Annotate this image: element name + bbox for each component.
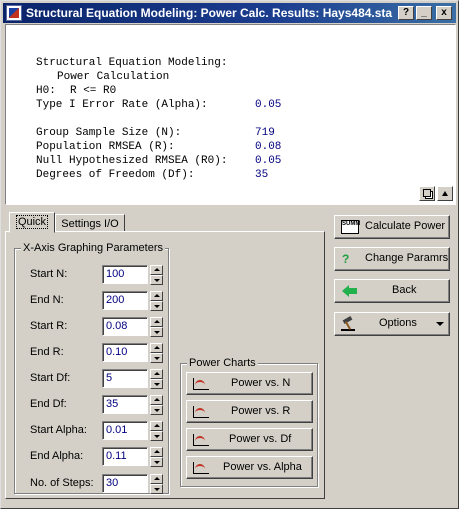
statistica-app-icon[interactable] [6,5,22,21]
null-rmsea-label: Null Hypothesized RMSEA (R0): [36,155,228,167]
no-of-steps-input[interactable]: 30 [102,474,148,493]
start-df-input[interactable]: 5 [102,369,148,388]
end-df-input[interactable]: 35 [102,395,148,414]
start-alpha-spinner[interactable] [150,421,163,441]
end-n-input[interactable]: 200 [102,291,148,310]
degrees-of-freedom-value: 35 [255,169,269,181]
summary-calc-icon: SUMM [341,220,360,234]
power-vs-df-button[interactable]: Power vs. Df [186,428,313,451]
back-arrow-icon [342,285,349,297]
power-vs-r-button[interactable]: Power vs. R [186,400,313,423]
start-r-spinner[interactable] [150,317,163,337]
output-df-row: Degrees of Freedom (Df): 35 [36,168,336,182]
end-alpha-spinner[interactable] [150,447,163,467]
end-n-spinner[interactable] [150,291,163,311]
back-label: Back [392,284,417,296]
power-vs-alpha-label: Power vs. Alpha [223,461,302,473]
tab-quick-label: Quick [15,215,49,229]
h0-label: H0: [36,85,56,97]
h0-value: R <= R0 [70,85,117,97]
start-n-input[interactable]: 100 [102,265,148,284]
end-r-input[interactable]: 0.10 [102,343,148,362]
chart-icon [193,434,209,446]
window-title: Structural Equation Modeling: Power Calc… [26,6,393,20]
change-parameters-label: Change Paramrs [365,252,449,264]
power-vs-r-label: Power vs. R [231,405,291,417]
chart-icon [193,462,209,474]
up-arrow-icon [442,191,448,196]
chart-icon [193,406,209,418]
sample-size-label: Group Sample Size (N): [36,127,182,139]
power-vs-n-button[interactable]: Power vs. N [186,372,313,395]
results-output-panel[interactable]: Structural Equation Modeling: Power Calc… [5,24,456,205]
start-r-input[interactable]: 0.08 [102,317,148,336]
alpha-label: Type I Error Rate (Alpha): [36,99,208,111]
calculate-power-label: Calculate Power [365,220,446,232]
tab-settings-io[interactable]: Settings I/O [55,214,125,232]
degrees-of-freedom-label: Degrees of Freedom (Df): [36,169,195,181]
end-alpha-input[interactable]: 0.11 [102,447,148,466]
start-alpha-input[interactable]: 0.01 [102,421,148,440]
output-heading-line1: Structural Equation Modeling: [36,57,228,69]
no-of-steps-spinner[interactable] [150,474,163,494]
end-n-label: End N: [30,294,64,306]
back-button[interactable]: Back [334,279,450,303]
sample-size-value: 719 [255,127,275,139]
close-button[interactable]: x [436,6,452,20]
population-rmsea-label: Population RMSEA (R): [36,141,175,153]
start-df-label: Start Df: [30,372,71,384]
power-vs-df-label: Power vs. Df [229,433,292,445]
back-arrow-icon-shaft [349,288,357,294]
options-hammer-icon [341,316,355,331]
population-rmsea-value: 0.08 [255,141,282,153]
dropdown-arrow-icon [436,322,444,326]
alpha-value: 0.05 [255,99,282,111]
null-rmsea-value: 0.05 [255,155,282,167]
power-charts-legend: Power Charts [187,357,258,369]
power-vs-n-label: Power vs. N [231,377,291,389]
output-null-rmsea-row: Null Hypothesized RMSEA (R0): 0.05 [36,154,336,168]
quick-tab-panel: X-Axis Graphing Parameters Start N: 100 … [5,231,325,499]
end-r-spinner[interactable] [150,343,163,363]
end-df-label: End Df: [30,398,67,410]
output-heading-line2: Power Calculation [57,71,170,83]
tab-settings-io-label: Settings I/O [61,218,119,230]
start-r-label: Start R: [30,320,68,332]
power-vs-alpha-button[interactable]: Power vs. Alpha [186,456,313,479]
options-label: Options [379,317,417,329]
output-alpha-row: Type I Error Rate (Alpha): 0.05 [36,98,336,112]
start-n-label: Start N: [30,268,68,280]
minimize-button[interactable]: _ [416,6,432,20]
copy-icon [423,189,431,197]
end-r-label: End R: [30,346,64,358]
start-n-spinner[interactable] [150,265,163,285]
no-of-steps-label: No. of Steps: [30,477,94,489]
tab-quick[interactable]: Quick [9,212,55,233]
calculate-power-button[interactable]: SUMM Calculate Power [334,215,450,239]
end-alpha-label: End Alpha: [30,450,84,462]
start-df-spinner[interactable] [150,369,163,389]
x-axis-graphing-parameters-legend: X-Axis Graphing Parameters [21,242,165,254]
change-params-icon: ? [342,252,350,266]
output-h0-row: H0: R <= R0 [36,84,236,98]
chart-icon [193,378,209,390]
help-button[interactable]: ? [398,6,414,20]
output-rmsea-row: Population RMSEA (R): 0.08 [36,140,336,154]
options-button[interactable]: Options [334,312,450,336]
change-parameters-button[interactable]: ? Change Paramrs [334,247,450,271]
copy-output-button[interactable] [419,186,435,201]
output-n-row: Group Sample Size (N): 719 [36,126,336,140]
collapse-output-button[interactable] [437,186,453,201]
end-df-spinner[interactable] [150,395,163,415]
start-alpha-label: Start Alpha: [30,424,87,436]
power-calc-results-window: Structural Equation Modeling: Power Calc… [0,0,459,509]
title-bar[interactable]: Structural Equation Modeling: Power Calc… [3,3,456,23]
